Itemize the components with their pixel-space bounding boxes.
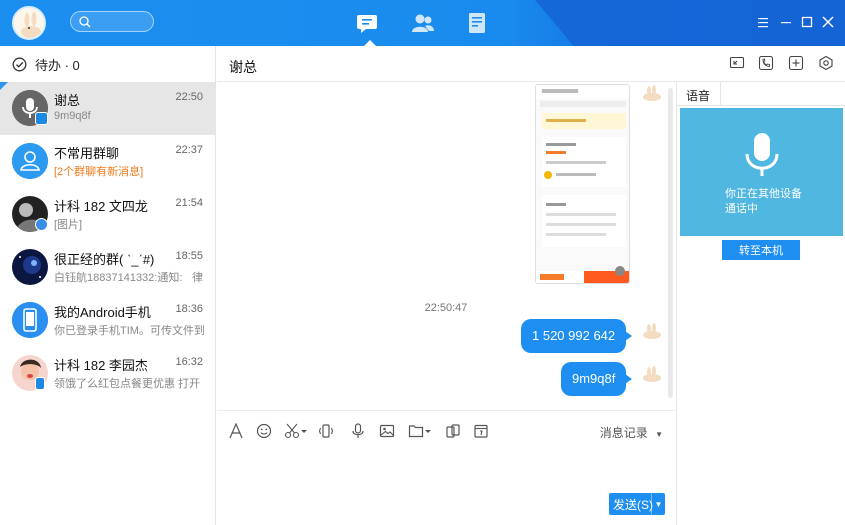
shared-screenshot-image[interactable] [535, 84, 630, 284]
conversation-item[interactable]: 不常用群聊 22:37 [2个群聊有新消息] [0, 135, 215, 188]
message-text: 9m9q8f [572, 371, 616, 386]
message-timestamp: 22:50:47 [424, 302, 468, 314]
screenshot-icon[interactable] [284, 423, 308, 439]
group-avatar [12, 143, 48, 179]
conversation-item[interactable]: 计科 182 李园杰 16:32 领饿了么红包点餐更优惠 打开【1 [0, 347, 215, 400]
message-icon[interactable] [356, 12, 380, 34]
maximize-icon[interactable] [799, 14, 815, 30]
send-button[interactable]: 发送(S) ▼ [609, 493, 665, 515]
search-box[interactable] [70, 11, 154, 32]
chat-header: 谢总 [217, 46, 845, 82]
voice-icon[interactable] [350, 423, 366, 439]
conversation-time: 18:55 [175, 250, 203, 262]
scrollbar-thumb[interactable] [668, 88, 673, 398]
bubble-tail [625, 374, 633, 384]
conversation-time: 18:36 [175, 303, 203, 315]
chevron-down-icon: ▼ [655, 430, 663, 439]
voice-status-line2: 通话中 [725, 203, 758, 215]
conversation-time: 16:32 [175, 356, 203, 368]
transfer-to-this-device-button[interactable]: 转至本机 [722, 240, 800, 260]
conversation-name: 计科 182 文四龙 [54, 199, 148, 214]
conversation-item[interactable]: 很正经的群( ˋ_ˊ#) 18:55 白钰航18837141332:通知: 律 [0, 241, 215, 294]
emoji-icon[interactable] [256, 423, 272, 439]
shake-icon[interactable] [318, 423, 334, 439]
input-toolbar: 消息记录 ▼ [217, 410, 675, 450]
avatar[interactable] [641, 84, 663, 102]
transfer-label: 转至本机 [739, 245, 783, 257]
message-text: 1 520 992 642 [532, 328, 616, 343]
group-avatar [12, 249, 48, 285]
file-icon[interactable] [445, 423, 461, 439]
files-icon[interactable] [466, 12, 490, 34]
folder-icon[interactable] [408, 423, 432, 439]
conversation-preview: 白钰航18837141332:通知: [54, 272, 183, 284]
user-avatar[interactable] [12, 6, 46, 40]
search-icon [79, 16, 91, 28]
screen-share-icon[interactable] [729, 55, 745, 71]
voice-call-card: 你正在其他设备 通话中 [680, 108, 843, 236]
conversation-preview: [2个群聊有新消息] [54, 166, 144, 178]
microphone-icon [745, 133, 779, 176]
pinned-marker [0, 82, 8, 90]
add-member-icon[interactable] [788, 55, 804, 71]
conversation-name: 很正经的群( ˋ_ˊ#) [54, 252, 155, 267]
computer-icon [35, 112, 48, 125]
conversation-item[interactable]: 我的Android手机 18:36 你已登录手机TIM。可传文件到手 [0, 294, 215, 347]
star-badge-icon [35, 218, 48, 231]
conversation-preview: 领饿了么红包点餐更优惠 打开【1 [54, 378, 204, 390]
message-bubble[interactable]: 9m9q8f [561, 362, 633, 396]
voice-status-line1: 你正在其他设备 [725, 188, 802, 200]
conversation-preview-tail: 律 [192, 272, 203, 284]
menu-icon[interactable] [755, 14, 771, 30]
conversation-time: 21:54 [175, 197, 203, 209]
conversation-time: 22:50 [175, 91, 203, 103]
bubble-tail [625, 331, 633, 341]
conversation-time: 22:37 [175, 144, 203, 156]
conversation-name: 不常用群聊 [54, 146, 120, 161]
message-scrollbar[interactable] [667, 82, 675, 410]
todo-label: 待办 · 0 [35, 57, 80, 73]
contacts-icon[interactable] [411, 12, 435, 34]
voice-panel: 语音 你正在其他设备 通话中 转至本机 [676, 82, 845, 525]
close-icon[interactable] [820, 14, 836, 30]
conversation-preview: 9m9q8f [54, 110, 91, 122]
minimize-icon[interactable] [778, 14, 794, 30]
message-history-button[interactable]: 消息记录 ▼ [600, 424, 663, 441]
conversation-preview: [图片] [54, 219, 83, 231]
conversation-item[interactable]: 计科 182 文四龙 21:54 [图片] [0, 188, 215, 241]
image-icon[interactable] [379, 423, 395, 439]
calendar-icon[interactable] [473, 423, 489, 439]
conversation-item[interactable]: 谢总 22:50 9m9q8f [0, 82, 215, 135]
message-input[interactable] [217, 450, 675, 492]
settings-icon[interactable] [818, 55, 834, 71]
message-list[interactable]: 22:50:47 1 520 992 642 9m9q8f [217, 82, 675, 410]
tab-voice-label: 语音 [686, 89, 711, 103]
tab-divider [721, 105, 845, 106]
voice-call-icon[interactable] [758, 55, 774, 71]
send-label: 发送(S) [613, 497, 653, 512]
chevron-down-icon[interactable]: ▼ [651, 493, 665, 515]
avatar[interactable] [641, 365, 663, 383]
check-circle-icon [12, 57, 27, 71]
conversation-name: 我的Android手机 [54, 305, 151, 320]
chat-title: 谢总 [229, 59, 257, 75]
conversation-sidebar: 待办 · 0 谢总 22:50 9m9q8f 不常用群聊 22:37 [2个群聊… [0, 46, 216, 525]
history-label: 消息记录 [599, 426, 648, 440]
todo-header[interactable]: 待办 · 0 [0, 46, 215, 82]
message-bubble[interactable]: 1 520 992 642 [521, 319, 633, 353]
font-icon[interactable] [228, 422, 244, 439]
phone-avatar [12, 302, 48, 338]
conversation-name: 计科 182 李园杰 [54, 358, 148, 373]
conversation-preview: 你已登录手机TIM。可传文件到手 [54, 325, 204, 337]
title-bar [0, 0, 845, 46]
avatar[interactable] [641, 322, 663, 340]
phone-icon [35, 377, 45, 390]
tab-voice[interactable]: 语音 [677, 82, 721, 106]
conversation-name: 谢总 [54, 93, 81, 108]
